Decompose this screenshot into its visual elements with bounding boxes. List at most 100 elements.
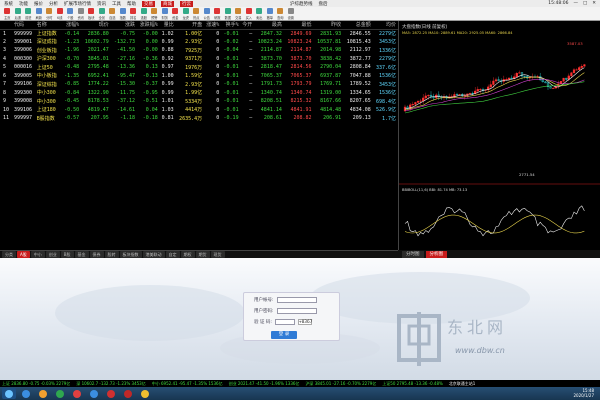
toolbar-button-16[interactable]: 资金	[170, 7, 181, 20]
taskbar-app-2[interactable]	[53, 388, 67, 399]
column-header[interactable]: 涨跌幅%	[137, 21, 160, 30]
taskbar-app-4[interactable]	[87, 388, 101, 399]
market-tab-4[interactable]: B股	[60, 251, 74, 258]
column-header[interactable]: 涨跌	[110, 21, 138, 30]
chart-tab-0[interactable]: 分时图	[402, 250, 424, 258]
market-tab-9[interactable]: 港美联动	[142, 251, 165, 258]
menu-item-6[interactable]: 工具	[112, 1, 121, 7]
start-button[interactable]	[2, 388, 16, 399]
column-header[interactable]: 涨幅%	[61, 21, 82, 30]
chart-tab-1[interactable]: 分析图	[425, 250, 447, 258]
market-tab-2[interactable]: 中小	[30, 251, 45, 258]
table-row[interactable]: 10 399106 上证180 -0.50 4819.47 -14.61 0.04 1.03 4…	[0, 106, 398, 115]
menu-item-8[interactable]: 交易	[142, 0, 155, 7]
market-tab-1[interactable]: A股	[17, 251, 30, 258]
toolbar-button-2[interactable]: 前进	[23, 7, 34, 20]
toolbar-button-25[interactable]: 撤单	[265, 7, 276, 20]
login-button[interactable]: 登 录	[271, 331, 297, 339]
toolbar-button-0[interactable]: 主页	[2, 7, 13, 20]
user-input[interactable]	[276, 297, 317, 303]
toolbar-button-14[interactable]: 预警	[149, 7, 160, 20]
table-row[interactable]: 2 399001 深证成指 -1.23 10602.79 -132.73 0.00 0.99 2…	[0, 38, 398, 47]
toolbar-button-21[interactable]: 数据	[223, 7, 234, 20]
column-header[interactable]: 总金额	[343, 21, 373, 30]
taskbar-app-6[interactable]	[121, 388, 135, 399]
table-row[interactable]: 6 399005 中小板指 -1.35 6952.41 -95.47 -0.13 1.00 1.…	[0, 72, 398, 81]
toolbar-button-20[interactable]: 研报	[212, 7, 223, 20]
toolbar-button-26[interactable]: 查询	[275, 7, 286, 20]
toolbar-button-11[interactable]: 指数	[118, 7, 129, 20]
kline-chart[interactable]: 大盘指数(日线 前复权) MA5: 2872.25 MA10: 2889.61 …	[399, 21, 600, 250]
taskbar-app-1[interactable]	[36, 388, 50, 399]
market-tab-7[interactable]: 股转	[104, 251, 119, 258]
toolbar-button-6[interactable]: 个股	[65, 7, 76, 20]
column-header[interactable]: 涨速%	[204, 21, 222, 30]
toolbar-button-3[interactable]: 刷新	[34, 7, 45, 20]
column-header[interactable]: 均价	[372, 21, 398, 30]
table-row[interactable]: 4 000300 沪深300 -0.70 3845.01 -27.16 -0.36 0.92 9…	[0, 55, 398, 64]
table-row[interactable]: 3 399006 创业板指 -1.96 2021.47 -41.50 -0.00 0.88 79…	[0, 46, 398, 55]
toolbar-button-19[interactable]: 公告	[202, 7, 213, 20]
toolbar-button-23[interactable]: 买入	[244, 7, 255, 20]
menu-item-1[interactable]: 功能	[19, 1, 28, 7]
taskbar-app-7[interactable]	[138, 388, 152, 399]
table-row[interactable]: 8 399300 中小300 -0.84 1322.90 -11.75 -0.95 0.99 1…	[0, 89, 398, 98]
table-row[interactable]: 11 999997 B股指数 -0.57 207.95 -1.18 -0.18 0.81 263…	[0, 114, 398, 123]
menu-item-0[interactable]: 系统	[4, 1, 13, 7]
menu-item-5[interactable]: 资讯	[97, 1, 106, 7]
market-tab-13[interactable]: 现货	[210, 251, 225, 258]
toolbar-button-5[interactable]: K线	[55, 7, 66, 20]
column-header[interactable]: 量比	[159, 21, 176, 30]
toolbar-button-22[interactable]: 交易	[233, 7, 244, 20]
captcha-input[interactable]	[274, 319, 295, 325]
toolbar-button-17[interactable]: 龙虎	[181, 7, 192, 20]
toolbar-button-1[interactable]: 后退	[13, 7, 24, 20]
market-tab-0[interactable]: 分类	[2, 251, 16, 258]
toolbar-button-15[interactable]: 财务	[160, 7, 171, 20]
menu-item-2[interactable]: 报价	[34, 1, 43, 7]
title-center-item-0[interactable]: 沪综趋势线	[290, 1, 313, 7]
market-tab-12[interactable]: 期货	[195, 251, 210, 258]
table-row[interactable]: 1 999999 上证指数 -0.14 2836.80 -0.75 -0.00 1.02 1.0…	[0, 29, 398, 38]
column-header[interactable]: 换手%	[221, 21, 241, 30]
column-header[interactable]: 最高	[254, 21, 284, 30]
toolbar-button-24[interactable]: 卖出	[254, 7, 265, 20]
toolbar-button-7[interactable]: 资讯	[76, 7, 87, 20]
title-center-item-1[interactable]: 盘后	[319, 1, 328, 7]
column-header[interactable]: 今开	[240, 21, 255, 30]
close-icon[interactable]: ✕	[592, 1, 596, 6]
toolbar-button-12[interactable]: 排名	[128, 7, 139, 20]
toolbar-button-4[interactable]: 分时	[44, 7, 55, 20]
minimize-icon[interactable]: —	[573, 1, 578, 6]
toolbar-button-13[interactable]: 选股	[139, 7, 150, 20]
taskbar-app-5[interactable]	[104, 388, 118, 399]
column-header[interactable]: 名称	[36, 21, 62, 30]
market-tab-6[interactable]: 债券	[89, 251, 104, 258]
market-tab-5[interactable]: 基金	[74, 251, 89, 258]
menu-item-9[interactable]: 商城	[161, 0, 174, 7]
taskbar-app-3[interactable]	[70, 388, 84, 399]
column-header[interactable]: 昨收	[313, 21, 344, 30]
toolbar-button-18[interactable]: 热点	[191, 7, 202, 20]
password-input[interactable]	[276, 308, 317, 314]
toolbar-button-27[interactable]: 设置	[286, 7, 297, 20]
market-tab-8[interactable]: 板块指数	[119, 251, 142, 258]
column-header[interactable]	[0, 21, 14, 30]
maximize-icon[interactable]: □	[583, 1, 587, 6]
table-row[interactable]: 9 399008 中小300 -0.45 8178.53 -37.12 -0.51 1.01 5…	[0, 97, 398, 106]
toolbar-button-9[interactable]: 全景	[97, 7, 108, 20]
market-tab-3[interactable]: 创业	[45, 251, 60, 258]
market-tab-11[interactable]: 期权	[180, 251, 195, 258]
toolbar-button-8[interactable]: 板块	[86, 7, 97, 20]
taskbar-clock[interactable]: 15:48 2020/1/27	[573, 388, 594, 398]
menu-item-7[interactable]: 帮助	[127, 1, 136, 7]
market-tab-10[interactable]: 自定	[165, 251, 180, 258]
table-row[interactable]: 7 399106 深证综指 -0.85 1774.22 -15.30 -0.37 0.99 2.…	[0, 80, 398, 89]
column-header[interactable]: 现价	[81, 21, 111, 30]
menu-item-3[interactable]: 分析	[49, 1, 58, 7]
table-row[interactable]: 5 000016 上证50 -0.48 2795.48 -13.36 0.13 0.97 197…	[0, 63, 398, 72]
taskbar-app-0[interactable]	[19, 388, 33, 399]
column-header[interactable]: 最低	[283, 21, 314, 30]
toolbar-button-10[interactable]: 自选	[107, 7, 118, 20]
menu-item-4[interactable]: 扩展市场行情	[64, 1, 91, 7]
